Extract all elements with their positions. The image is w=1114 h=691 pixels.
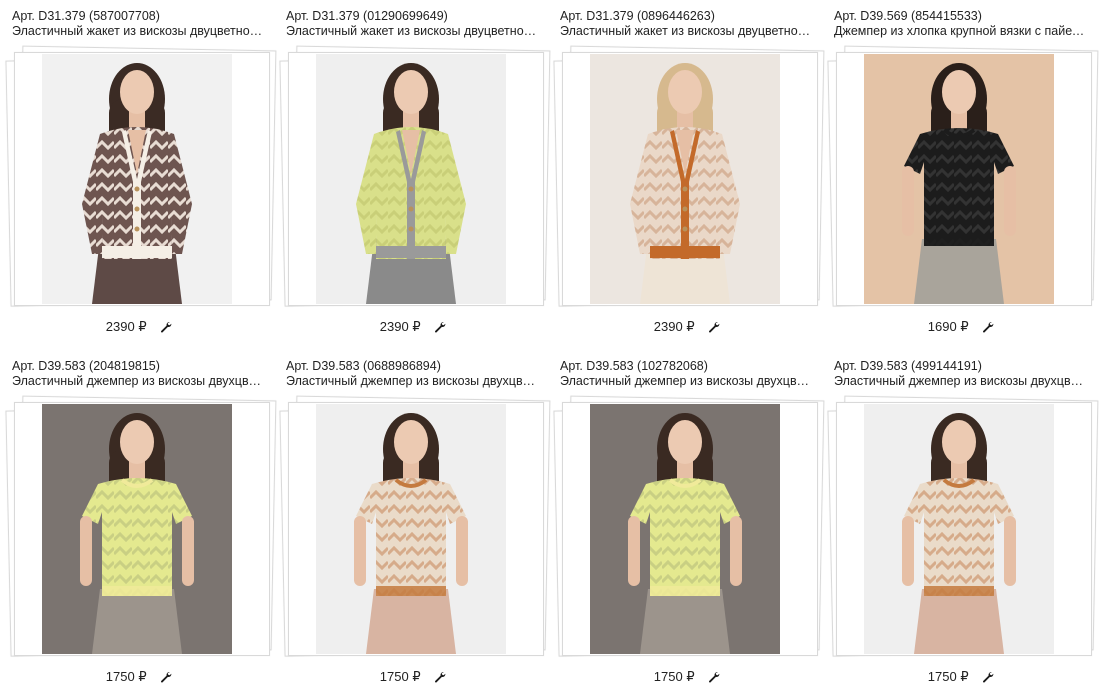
product-photo-stack[interactable]	[553, 44, 825, 312]
product-card[interactable]: Арт. D39.583 (204819815) Эластичный джем…	[5, 350, 277, 691]
product-photo-stack[interactable]	[279, 394, 551, 662]
product-photo-stack[interactable]	[827, 394, 1099, 662]
price: 1690 ₽	[927, 318, 969, 334]
price: 2390 ₽	[379, 318, 421, 334]
price: 1750 ₽	[927, 668, 969, 684]
price-row: 1750 ₽	[556, 668, 818, 686]
price: 1750 ₽	[653, 668, 695, 684]
product-card[interactable]: Арт. D31.379 (0896446263) Эластичный жак…	[553, 0, 825, 342]
price-row: 1750 ₽	[830, 668, 1092, 686]
wrench-icon[interactable]	[982, 671, 994, 683]
wrench-icon[interactable]	[708, 321, 720, 333]
product-photo-stack[interactable]	[5, 44, 277, 312]
product-card[interactable]: Арт. D39.583 (102782068) Эластичный джем…	[553, 350, 825, 691]
product-photo[interactable]	[864, 54, 1054, 304]
wrench-icon[interactable]	[708, 671, 720, 683]
product-photo-stack[interactable]	[279, 44, 551, 312]
product-card[interactable]: Арт. D39.583 (0688986894) Эластичный дже…	[279, 350, 551, 691]
product-photo[interactable]	[590, 404, 780, 654]
price: 1750 ₽	[379, 668, 421, 684]
article-number: Арт. D39.583 (204819815)	[12, 359, 160, 373]
product-name[interactable]: Эластичный джемпер из вискозы двухцветно…	[560, 374, 812, 389]
price-row: 1750 ₽	[282, 668, 544, 686]
wrench-icon[interactable]	[434, 671, 446, 683]
wrench-icon[interactable]	[160, 321, 172, 333]
product-photo[interactable]	[590, 54, 780, 304]
price-row: 1750 ₽	[8, 668, 270, 686]
wrench-icon[interactable]	[434, 321, 446, 333]
product-card[interactable]: Арт. D39.583 (499144191) Эластичный джем…	[827, 350, 1099, 691]
product-name[interactable]: Эластичный джемпер из вискозы двухцветно…	[12, 374, 264, 389]
wrench-icon[interactable]	[160, 671, 172, 683]
wrench-icon[interactable]	[982, 321, 994, 333]
article-number: Арт. D39.583 (499144191)	[834, 359, 982, 373]
article-number: Арт. D31.379 (0896446263)	[560, 9, 715, 23]
product-name[interactable]: Эластичный джемпер из вискозы двухцветно…	[834, 374, 1086, 389]
product-name[interactable]: Джемпер из хлопка крупной вязки с пайетк…	[834, 24, 1086, 39]
price: 2390 ₽	[653, 318, 695, 334]
product-name[interactable]: Эластичный жакет из вискозы двуцветной в…	[12, 24, 264, 39]
price-row: 2390 ₽	[8, 318, 270, 336]
product-name[interactable]: Эластичный джемпер из вискозы двухцветно…	[286, 374, 538, 389]
product-photo[interactable]	[42, 54, 232, 304]
article-number: Арт. D31.379 (587007708)	[12, 9, 160, 23]
product-card[interactable]: Арт. D31.379 (01290699649) Эластичный жа…	[279, 0, 551, 342]
product-name[interactable]: Эластичный жакет из вискозы двуцветной в…	[286, 24, 538, 39]
price-row: 2390 ₽	[556, 318, 818, 336]
product-photo-stack[interactable]	[553, 394, 825, 662]
price: 1750 ₽	[105, 668, 147, 684]
product-photo[interactable]	[316, 54, 506, 304]
product-photo-stack[interactable]	[827, 44, 1099, 312]
article-number: Арт. D31.379 (01290699649)	[286, 9, 448, 23]
product-card[interactable]: Арт. D39.569 (854415533) Джемпер из хлоп…	[827, 0, 1099, 342]
price-row: 1690 ₽	[830, 318, 1092, 336]
price-row: 2390 ₽	[282, 318, 544, 336]
price: 2390 ₽	[105, 318, 147, 334]
product-card[interactable]: Арт. D31.379 (587007708) Эластичный жаке…	[5, 0, 277, 342]
article-number: Арт. D39.583 (102782068)	[560, 359, 708, 373]
product-photo[interactable]	[864, 404, 1054, 654]
product-photo[interactable]	[42, 404, 232, 654]
product-photo-stack[interactable]	[5, 394, 277, 662]
article-number: Арт. D39.569 (854415533)	[834, 9, 982, 23]
product-grid: Арт. D31.379 (587007708) Эластичный жаке…	[0, 0, 1114, 691]
article-number: Арт. D39.583 (0688986894)	[286, 359, 441, 373]
product-photo[interactable]	[316, 404, 506, 654]
product-name[interactable]: Эластичный жакет из вискозы двуцветной в…	[560, 24, 812, 39]
